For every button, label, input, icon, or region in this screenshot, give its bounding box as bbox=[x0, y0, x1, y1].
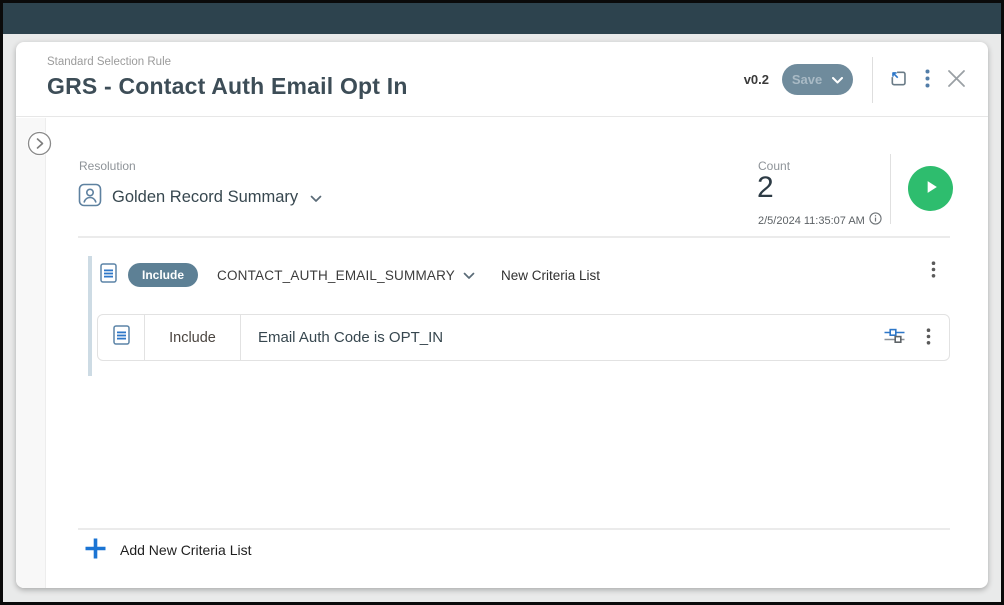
golden-record-icon bbox=[78, 183, 102, 212]
table-select-dropdown[interactable]: CONTACT_AUTH_EMAIL_SUMMARY bbox=[217, 268, 475, 283]
run-count-button[interactable] bbox=[908, 166, 953, 211]
count-timestamp-row: 2/5/2024 11:35:07 AM bbox=[758, 212, 882, 230]
header-divider bbox=[872, 56, 873, 103]
resolution-value: Golden Record Summary bbox=[112, 188, 299, 206]
chevron-down-icon bbox=[310, 190, 322, 208]
play-icon bbox=[921, 177, 941, 200]
version-label: v0.2 bbox=[743, 72, 769, 87]
footer-divider bbox=[78, 528, 950, 530]
info-icon[interactable] bbox=[869, 212, 882, 230]
criteria-configure-button[interactable] bbox=[884, 328, 905, 347]
page-title: GRS - Contact Auth Email Opt In bbox=[47, 73, 408, 99]
criteria-row-icon-cell bbox=[98, 315, 145, 360]
kebab-icon bbox=[931, 261, 936, 281]
add-criteria-list-button[interactable]: Add New Criteria List bbox=[84, 537, 252, 563]
rule-type-label: Standard Selection Rule bbox=[47, 56, 172, 68]
chevron-down-icon bbox=[832, 72, 844, 87]
count-timestamp: 2/5/2024 11:35:07 AM bbox=[758, 215, 865, 227]
chevron-down-icon bbox=[463, 268, 475, 283]
sliders-icon bbox=[884, 328, 905, 347]
group-include-badge[interactable]: Include bbox=[128, 263, 199, 287]
rule-content: Resolution Golden Record Summary Count 2… bbox=[78, 118, 953, 588]
collapsed-side-panel bbox=[16, 118, 46, 588]
kebab-icon bbox=[925, 69, 930, 91]
group-more-menu-button[interactable] bbox=[929, 259, 938, 283]
browser-topbar bbox=[3, 3, 1001, 34]
criteria-icon bbox=[112, 325, 130, 350]
close-button[interactable] bbox=[947, 69, 966, 91]
resolution-label: Resolution bbox=[79, 159, 136, 173]
plus-icon bbox=[84, 537, 107, 563]
close-icon bbox=[947, 69, 966, 91]
criteria-list-icon bbox=[100, 262, 117, 288]
pop-in-edit-button[interactable] bbox=[889, 69, 908, 91]
pop-in-icon bbox=[889, 69, 908, 91]
criteria-list-name[interactable]: New Criteria List bbox=[501, 268, 600, 283]
criteria-group-header: Include CONTACT_AUTH_EMAIL_SUMMARY New C… bbox=[100, 261, 600, 289]
save-button-label: Save bbox=[791, 72, 823, 87]
table-name: CONTACT_AUTH_EMAIL_SUMMARY bbox=[217, 267, 456, 283]
dialog-header: Standard Selection Rule GRS - Contact Au… bbox=[16, 42, 988, 117]
criteria-more-menu-button[interactable] bbox=[924, 326, 933, 350]
header-actions: v0.2 Save bbox=[744, 42, 966, 117]
count-divider bbox=[890, 154, 891, 224]
kebab-icon bbox=[926, 327, 931, 348]
dialog-body: Resolution Golden Record Summary Count 2… bbox=[16, 118, 988, 588]
resolution-select[interactable]: Golden Record Summary bbox=[78, 183, 322, 212]
criteria-operator: Include bbox=[145, 315, 241, 360]
count-value: 2 bbox=[757, 171, 774, 204]
criteria-group-accent-bar bbox=[88, 256, 92, 376]
add-criteria-list-label: Add New Criteria List bbox=[120, 542, 252, 558]
selection-rule-dialog: Standard Selection Rule GRS - Contact Au… bbox=[16, 42, 988, 588]
header-more-menu-button[interactable] bbox=[923, 67, 932, 93]
expand-panel-button[interactable] bbox=[27, 131, 52, 156]
criteria-description: Email Auth Code is OPT_IN bbox=[258, 329, 444, 346]
criteria-row-actions bbox=[884, 315, 949, 360]
criteria-row[interactable]: Include Email Auth Code is OPT_IN bbox=[97, 314, 950, 361]
app-window: Standard Selection Rule GRS - Contact Au… bbox=[0, 0, 1004, 605]
save-button[interactable]: Save bbox=[782, 64, 853, 95]
section-divider bbox=[78, 236, 950, 238]
chevron-circle-right-icon bbox=[27, 131, 52, 159]
